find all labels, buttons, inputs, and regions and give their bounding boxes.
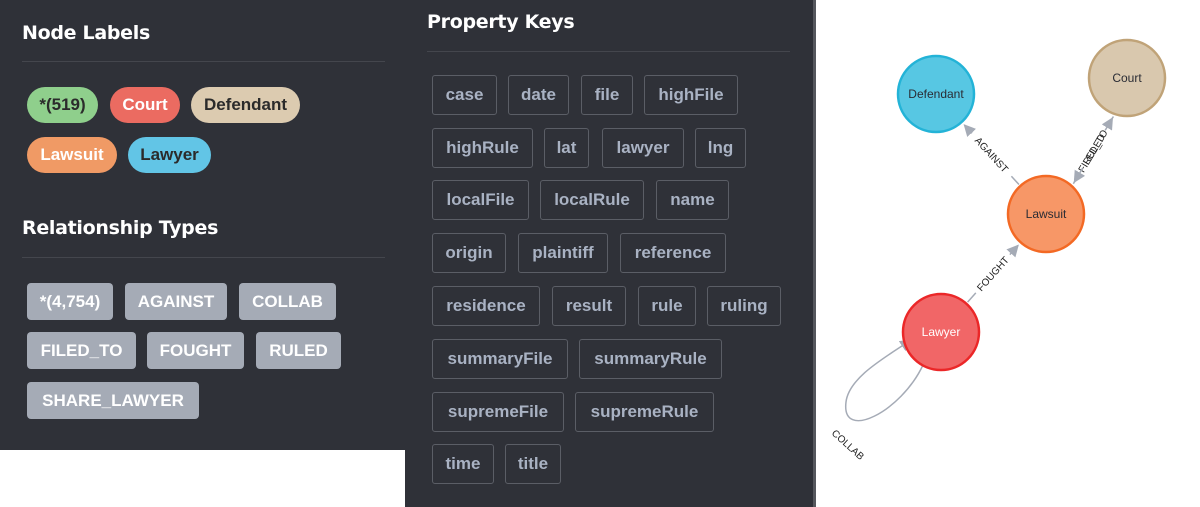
rel-type-collab[interactable]: COLLAB <box>239 283 336 320</box>
labels-panel: Node Labels *(519) Court Defendant Lawsu… <box>0 0 405 450</box>
edge-collab[interactable]: COLLAB <box>829 339 924 463</box>
node-court[interactable]: Court <box>1087 38 1167 118</box>
node-label: Court <box>1112 71 1142 85</box>
node-label-lawsuit[interactable]: Lawsuit <box>27 137 117 173</box>
schema-graph[interactable]: AGAINST FILED_TO RULED FOUGHT COLLAB Defenda… <box>816 0 1200 507</box>
edge-label: FOUGHT <box>975 255 1011 294</box>
property-key-supremefile[interactable]: supremeFile <box>432 392 564 432</box>
edge-ruled[interactable]: RULED <box>1073 116 1115 184</box>
property-key-highfile[interactable]: highFile <box>644 75 738 115</box>
property-key-ruling[interactable]: ruling <box>707 286 781 326</box>
node-label-text: Court <box>122 95 168 114</box>
edge-label: COLLAB <box>829 428 866 463</box>
node-label-lawyer[interactable]: Lawyer <box>128 137 211 173</box>
property-key-time[interactable]: time <box>432 444 494 484</box>
property-key-lat[interactable]: lat <box>544 128 589 168</box>
property-key-supremerule[interactable]: supremeRule <box>575 392 714 432</box>
property-key-lng[interactable]: lng <box>695 128 746 168</box>
edges-layer: AGAINST FILED_TORULEDFOUGHTCOLLAB <box>829 116 1115 463</box>
node-defendant[interactable]: Defendant <box>896 54 976 134</box>
node-lawyer[interactable]: Lawyer <box>901 292 981 372</box>
rel-type-share-lawyer[interactable]: SHARE_LAWYER <box>27 382 199 419</box>
property-key-file[interactable]: file <box>581 75 633 115</box>
node-labels-title: Node Labels <box>22 22 150 44</box>
property-key-localrule[interactable]: localRule <box>540 180 644 220</box>
edge-fought[interactable]: FOUGHT <box>967 244 1019 303</box>
property-key-highrule[interactable]: highRule <box>432 128 533 168</box>
property-key-summaryrule[interactable]: summaryRule <box>579 339 722 379</box>
property-key-origin[interactable]: origin <box>432 233 506 273</box>
rel-type-fought[interactable]: FOUGHT <box>147 332 244 369</box>
property-key-reference[interactable]: reference <box>620 233 726 273</box>
property-key-result[interactable]: result <box>552 286 626 326</box>
rel-type-filed-to[interactable]: FILED_TO <box>27 332 136 369</box>
edge-label: RULED <box>1081 132 1108 167</box>
nodes-layer: Defendant Court Lawsuit Lawyer <box>896 38 1167 372</box>
property-keys-panel: Property Keys case date file highFile highRu… <box>405 0 815 507</box>
node-label-defendant[interactable]: Defendant <box>191 87 300 123</box>
property-key-summaryfile[interactable]: summaryFile <box>432 339 568 379</box>
node-label: Lawsuit <box>1026 207 1067 221</box>
edge-against[interactable]: AGAINST <box>963 124 1020 186</box>
property-key-title[interactable]: title <box>505 444 561 484</box>
relationship-types-divider <box>22 257 385 258</box>
node-label-court[interactable]: Court <box>110 87 180 123</box>
node-label-text: Defendant <box>203 95 288 114</box>
property-key-lawyer[interactable]: lawyer <box>602 128 684 168</box>
relationship-types-title: Relationship Types <box>22 217 219 239</box>
property-key-plaintiff[interactable]: plaintiff <box>518 233 608 273</box>
graph-canvas[interactable]: AGAINST FILED_TORULEDFOUGHTCOLLAB Defenda… <box>816 0 1200 507</box>
property-keys-title: Property Keys <box>427 11 575 33</box>
property-key-date[interactable]: date <box>508 75 569 115</box>
node-label-text: *(519) <box>39 95 86 114</box>
rel-type-against[interactable]: AGAINST <box>125 283 227 320</box>
node-labels-divider <box>22 61 385 62</box>
property-key-localfile[interactable]: localFile <box>432 180 529 220</box>
node-label-all[interactable]: *(519) <box>27 87 98 123</box>
property-key-residence[interactable]: residence <box>432 286 540 326</box>
node-lawsuit[interactable]: Lawsuit <box>1006 174 1086 254</box>
node-label: Lawyer <box>922 325 961 339</box>
node-label: Defendant <box>908 87 964 101</box>
rel-type-all[interactable]: *(4,754) <box>27 283 113 320</box>
property-key-name[interactable]: name <box>656 180 729 220</box>
node-label-text: Lawsuit <box>40 145 104 164</box>
property-key-rule[interactable]: rule <box>638 286 696 326</box>
property-key-case[interactable]: case <box>432 75 497 115</box>
property-keys-divider <box>427 51 790 52</box>
node-label-text: Lawyer <box>140 145 199 164</box>
edge-label: AGAINST <box>972 136 1010 176</box>
rel-type-ruled[interactable]: RULED <box>256 332 341 369</box>
